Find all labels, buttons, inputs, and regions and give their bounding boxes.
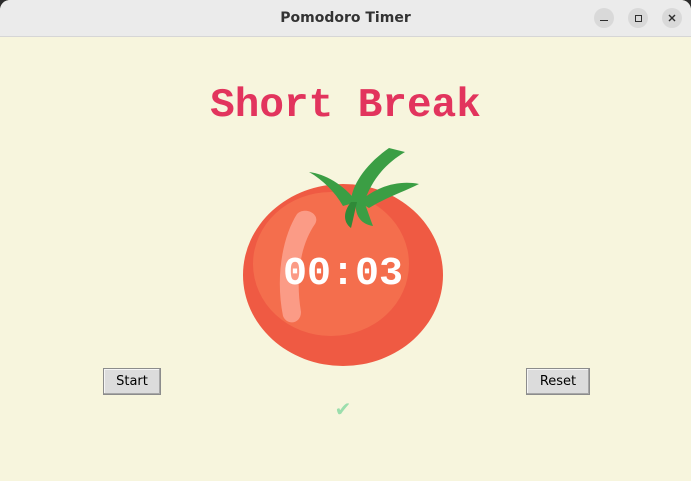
session-checkmarks: ✔ <box>334 397 352 421</box>
timer-display: 00:03 <box>282 252 404 297</box>
maximize-button[interactable] <box>628 8 648 28</box>
minimize-button[interactable] <box>594 8 614 28</box>
start-button[interactable]: Start <box>103 368 161 395</box>
page-title: Short Break <box>210 83 481 129</box>
reset-button[interactable]: Reset <box>526 368 590 395</box>
window-title: Pomodoro Timer <box>280 10 411 26</box>
close-button[interactable] <box>662 8 682 28</box>
title-bar[interactable]: Pomodoro Timer <box>0 0 691 37</box>
close-icon <box>668 14 676 22</box>
minimize-icon <box>600 20 608 21</box>
app-window: Pomodoro Timer Short Break 00:03 Start R… <box>0 0 691 481</box>
maximize-icon <box>634 14 642 22</box>
